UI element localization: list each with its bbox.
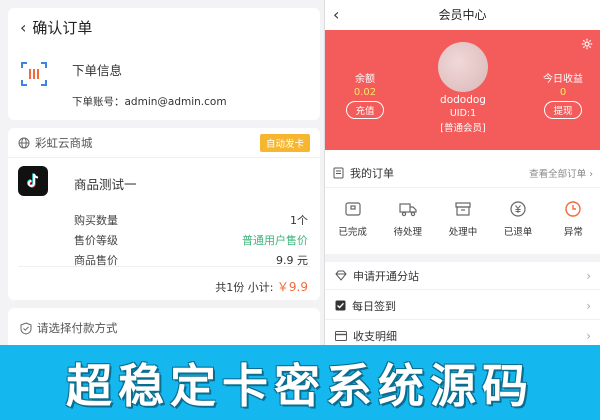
completed-icon — [344, 202, 361, 216]
menu-daily-checkin[interactable]: 每日签到 › — [325, 292, 600, 320]
tiktok-icon — [27, 173, 39, 188]
product-name: 商品测试一 — [74, 177, 137, 192]
status-exception[interactable]: 异常 — [548, 200, 598, 238]
row-label: 售价等级 — [74, 234, 118, 247]
order-info-card: 下单信息 下单账号：admin@admin.com — [8, 46, 320, 120]
shop-bar: 彩虹云商城 自动发卡 — [8, 128, 320, 158]
chevron-left-icon[interactable]: ‹ — [333, 0, 339, 30]
auto-delivery-badge: 自动发卡 — [259, 133, 310, 152]
section-gap — [325, 254, 600, 262]
price-tier-row: 售价等级 普通用户售价 — [74, 232, 308, 248]
globe-icon — [18, 137, 30, 148]
quantity-row: 购买数量 1个 — [74, 212, 308, 228]
row-value: 1个 — [290, 214, 308, 227]
status-label: 异常 — [563, 227, 583, 238]
checkout-header: ‹ 确认订单 — [8, 8, 320, 46]
status-completed[interactable]: 已完成 — [328, 200, 378, 238]
order-scan-icon — [21, 62, 47, 86]
status-label: 待处理 — [393, 227, 423, 238]
promo-banner: 超稳定卡密系统源码 — [0, 345, 600, 420]
product-image — [18, 166, 48, 196]
menu-label: 收支明细 — [353, 329, 397, 343]
shield-check-icon — [20, 321, 32, 335]
subtotal-label: 共1份 小计: — [215, 281, 277, 294]
box-icon — [455, 202, 471, 216]
profile-banner: 余额 0.02 充值 dododog UID:1 [普通会员] 今日收益 0 提… — [325, 30, 600, 150]
row-value: 普通用户售价 — [242, 234, 308, 247]
today-earnings-block: 今日收益 0 提现 — [533, 70, 593, 119]
page-title: 会员中心 — [438, 8, 487, 22]
page-title: 确认订单 — [32, 18, 93, 37]
checkout-panel: ‹ 确认订单 下单信息 下单账号：admin@admin.com 彩虹云商城 自… — [0, 0, 324, 345]
divider — [18, 266, 310, 267]
row-label: 购买数量 — [74, 214, 118, 227]
payment-method-selector[interactable]: 请选择付款方式 — [8, 308, 320, 345]
chevron-right-icon: › — [586, 298, 591, 313]
status-label: 已完成 — [338, 227, 367, 238]
checkbox-icon — [335, 300, 346, 311]
truck-icon — [399, 203, 417, 217]
today-earnings-value: 0 — [559, 87, 567, 98]
refund-icon — [510, 201, 526, 217]
chevron-left-icon[interactable]: ‹ — [20, 18, 26, 37]
my-orders-section: 我的订单 查看全部订单 › 已完成 待处理 处理中 已退单 异常 — [325, 158, 600, 238]
chevron-right-icon: › — [586, 268, 591, 283]
member-header: ‹ 会员中心 — [325, 0, 600, 30]
status-label: 处理中 — [448, 227, 478, 238]
promo-slogan: 超稳定卡密系统源码 — [66, 358, 534, 413]
subtotal-price: ￥9.9 — [276, 280, 308, 294]
avatar[interactable] — [438, 42, 488, 92]
menu-apply-substation[interactable]: 申请开通分站 › — [325, 262, 600, 290]
user-level: [普通会员] — [440, 123, 486, 134]
status-processing[interactable]: 处理中 — [438, 200, 488, 238]
shop-name: 彩虹云商城 — [35, 135, 93, 150]
my-orders-header: 我的订单 查看全部订单 › — [325, 158, 600, 188]
card-icon — [335, 330, 347, 341]
menu-label: 申请开通分站 — [353, 269, 419, 283]
order-account: 下单账号：admin@admin.com — [72, 96, 227, 108]
menu-label: 每日签到 — [352, 299, 396, 313]
settings-icon[interactable] — [581, 38, 593, 50]
diamond-icon — [335, 270, 347, 281]
clock-icon — [565, 201, 582, 217]
status-refunded[interactable]: 已退单 — [493, 200, 543, 238]
balance-label: 余额 — [355, 74, 375, 85]
subtotal: 共1份 小计: ￥9.9 — [215, 278, 308, 295]
status-label: 已退单 — [503, 227, 533, 238]
withdraw-button[interactable]: 提现 — [544, 101, 582, 119]
order-list-icon — [333, 167, 344, 178]
product-card: 彩虹云商城 自动发卡 商品测试一 购买数量 1个 售价等级 普通用户售价 商品售… — [8, 128, 320, 300]
today-earnings-label: 今日收益 — [543, 74, 583, 85]
status-pending[interactable]: 待处理 — [383, 200, 433, 238]
view-all-orders-link[interactable]: 查看全部订单 › — [529, 166, 593, 180]
payment-method-label: 请选择付款方式 — [37, 321, 118, 335]
order-status-row: 已完成 待处理 处理中 已退单 异常 — [325, 188, 600, 238]
chevron-right-icon: › — [586, 328, 591, 343]
menu-income-expense[interactable]: 收支明细 › — [325, 322, 600, 345]
my-orders-title: 我的订单 — [350, 166, 394, 180]
member-panel: ‹ 会员中心 余额 0.02 充值 dododog UID:1 [普通会员] 今… — [324, 0, 600, 345]
order-info-label: 下单信息 — [72, 63, 123, 78]
